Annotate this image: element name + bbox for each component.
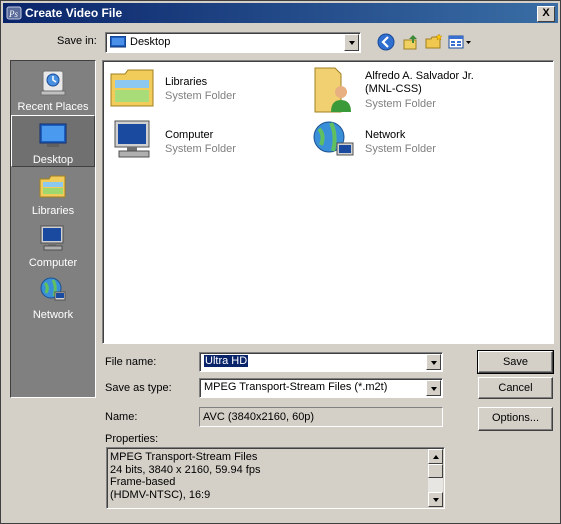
- libraries-icon: [39, 175, 66, 198]
- place-label: Network: [32, 309, 74, 321]
- properties-box[interactable]: MPEG Transport-Stream Files 24 bits, 384…: [106, 447, 445, 509]
- back-icon: [377, 33, 395, 51]
- place-network[interactable]: Network: [11, 271, 95, 323]
- view-menu-button[interactable]: [448, 32, 474, 52]
- computer-icon: [40, 225, 64, 251]
- properties-line: (HDMV-NTSC), 16:9: [110, 488, 211, 501]
- save-as-type-dropdown-arrow[interactable]: [426, 380, 441, 396]
- file-name: Alfredo A. Salvador Jr. (MNL-CSS): [365, 70, 474, 95]
- scroll-up-button[interactable]: [428, 449, 443, 464]
- list-item-libraries[interactable]: Libraries System Folder: [109, 66, 309, 114]
- place-computer[interactable]: Computer: [11, 219, 95, 271]
- place-desktop[interactable]: Desktop: [11, 115, 95, 167]
- file-type: System Folder: [365, 98, 436, 110]
- file-name-input[interactable]: Ultra HD: [199, 352, 443, 372]
- file-type: System Folder: [365, 143, 436, 155]
- view-menu-icon: [448, 35, 471, 49]
- file-list[interactable]: Libraries System Folder Alfredo A. Salva…: [102, 60, 554, 344]
- computer-icon: [114, 120, 150, 158]
- save-as-type-value: MPEG Transport-Stream Files (*.m2t): [204, 381, 388, 393]
- name-value: AVC (3840x2160, 60p): [203, 411, 315, 423]
- name-readonly-field: AVC (3840x2160, 60p): [199, 407, 443, 427]
- back-button[interactable]: [376, 32, 396, 52]
- user-folder-icon: [314, 67, 351, 113]
- scroll-down-button[interactable]: [428, 492, 443, 507]
- recent-places-icon: [40, 70, 66, 96]
- file-name: Libraries: [165, 76, 208, 88]
- place-libraries[interactable]: Libraries: [11, 167, 95, 219]
- app-icon: Ps: [6, 6, 22, 20]
- options-button[interactable]: Options...: [478, 407, 553, 431]
- title-bar: Ps Create Video File X: [3, 3, 558, 23]
- desktop-small-icon: [110, 36, 126, 48]
- file-name-label: File name:: [105, 356, 157, 368]
- file-type: System Folder: [165, 90, 236, 102]
- properties-line: Frame-based: [110, 476, 176, 488]
- save-in-combo[interactable]: Desktop: [105, 32, 361, 53]
- network-icon: [313, 121, 354, 156]
- place-recent-places[interactable]: Recent Places: [11, 63, 95, 115]
- properties-line: MPEG Transport-Stream Files: [110, 451, 258, 463]
- new-folder-icon: [425, 33, 443, 49]
- save-as-type-label: Save as type:: [105, 382, 172, 394]
- close-icon: X: [542, 7, 550, 19]
- close-button[interactable]: X: [537, 6, 555, 22]
- name-label: Name:: [105, 411, 138, 423]
- scroll-thumb[interactable]: [428, 464, 443, 478]
- up-folder-icon: [403, 35, 417, 50]
- save-button[interactable]: Save: [477, 350, 554, 374]
- up-one-level-button[interactable]: [401, 32, 421, 52]
- dialog-window: Ps Create Video File X Save in: Desktop: [0, 0, 561, 524]
- window-title: Create Video File: [25, 6, 123, 20]
- save-in-value: Desktop: [130, 36, 171, 48]
- file-name-value: Ultra HD: [204, 355, 249, 367]
- file-name: Network: [365, 129, 406, 141]
- list-item-computer[interactable]: Computer System Folder: [109, 119, 309, 167]
- place-label: Computer: [28, 257, 78, 269]
- file-type: System Folder: [165, 143, 236, 155]
- list-item-user-folder[interactable]: Alfredo A. Salvador Jr. (MNL-CSS) System…: [309, 66, 549, 114]
- places-bar: Recent Places Desktop Libraries Computer…: [10, 60, 96, 398]
- properties-text: MPEG Transport-Stream Files 24 bits, 384…: [110, 451, 260, 501]
- save-in-dropdown-arrow[interactable]: [344, 34, 359, 51]
- place-label: Desktop: [32, 154, 74, 166]
- file-name-dropdown-arrow[interactable]: [426, 354, 441, 370]
- cancel-button[interactable]: Cancel: [478, 377, 553, 399]
- place-label: Recent Places: [17, 101, 89, 113]
- file-name: Computer: [165, 129, 214, 141]
- network-icon: [40, 277, 66, 301]
- svg-text:Ps: Ps: [8, 9, 18, 19]
- properties-scrollbar[interactable]: [428, 449, 443, 507]
- properties-label: Properties:: [105, 433, 159, 445]
- save-as-type-select[interactable]: MPEG Transport-Stream Files (*.m2t): [199, 378, 443, 398]
- new-folder-button[interactable]: [424, 32, 444, 52]
- save-in-label: Save in:: [57, 35, 97, 47]
- place-label: Libraries: [31, 205, 75, 217]
- libraries-folder-icon: [110, 69, 154, 107]
- properties-line: 24 bits, 3840 x 2160, 59.94 fps: [110, 463, 261, 476]
- desktop-icon: [39, 123, 67, 147]
- list-item-network[interactable]: Network System Folder: [309, 119, 509, 167]
